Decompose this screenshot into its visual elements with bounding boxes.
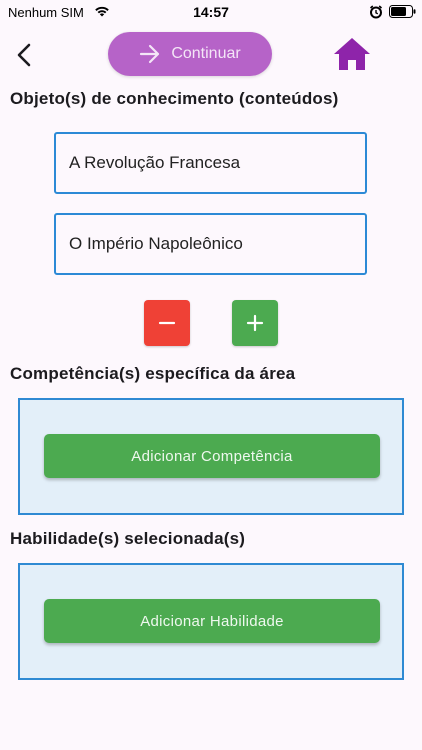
competence-heading: Competência(s) específica da área (10, 364, 296, 383)
content-field-1[interactable]: A Revolução Francesa (54, 132, 367, 194)
content-field-2[interactable]: O Império Napoleônico (54, 213, 367, 275)
skills-panel: Adicionar Habilidade (18, 563, 404, 680)
add-competence-button[interactable]: Adicionar Competência (44, 434, 380, 478)
continue-button[interactable]: Continuar (108, 32, 272, 76)
add-field-button[interactable] (232, 300, 278, 346)
alarm-icon (369, 5, 383, 19)
remove-field-button[interactable] (144, 300, 190, 346)
home-icon[interactable] (333, 36, 371, 72)
competence-panel: Adicionar Competência (18, 398, 404, 515)
minus-icon (158, 321, 176, 325)
clock: 14:57 (193, 4, 229, 20)
objects-heading: Objeto(s) de conhecimento (conteúdos) (10, 89, 339, 108)
skills-heading: Habilidade(s) selecionada(s) (10, 529, 246, 548)
back-arrow-icon[interactable] (14, 42, 36, 68)
arrow-right-icon (140, 44, 160, 64)
continue-label: Continuar (171, 45, 241, 62)
battery-icon (389, 5, 416, 18)
add-skill-button[interactable]: Adicionar Habilidade (44, 599, 380, 643)
plus-icon (246, 314, 264, 332)
status-bar: Nenhum SIM 14:57 (0, 0, 422, 26)
